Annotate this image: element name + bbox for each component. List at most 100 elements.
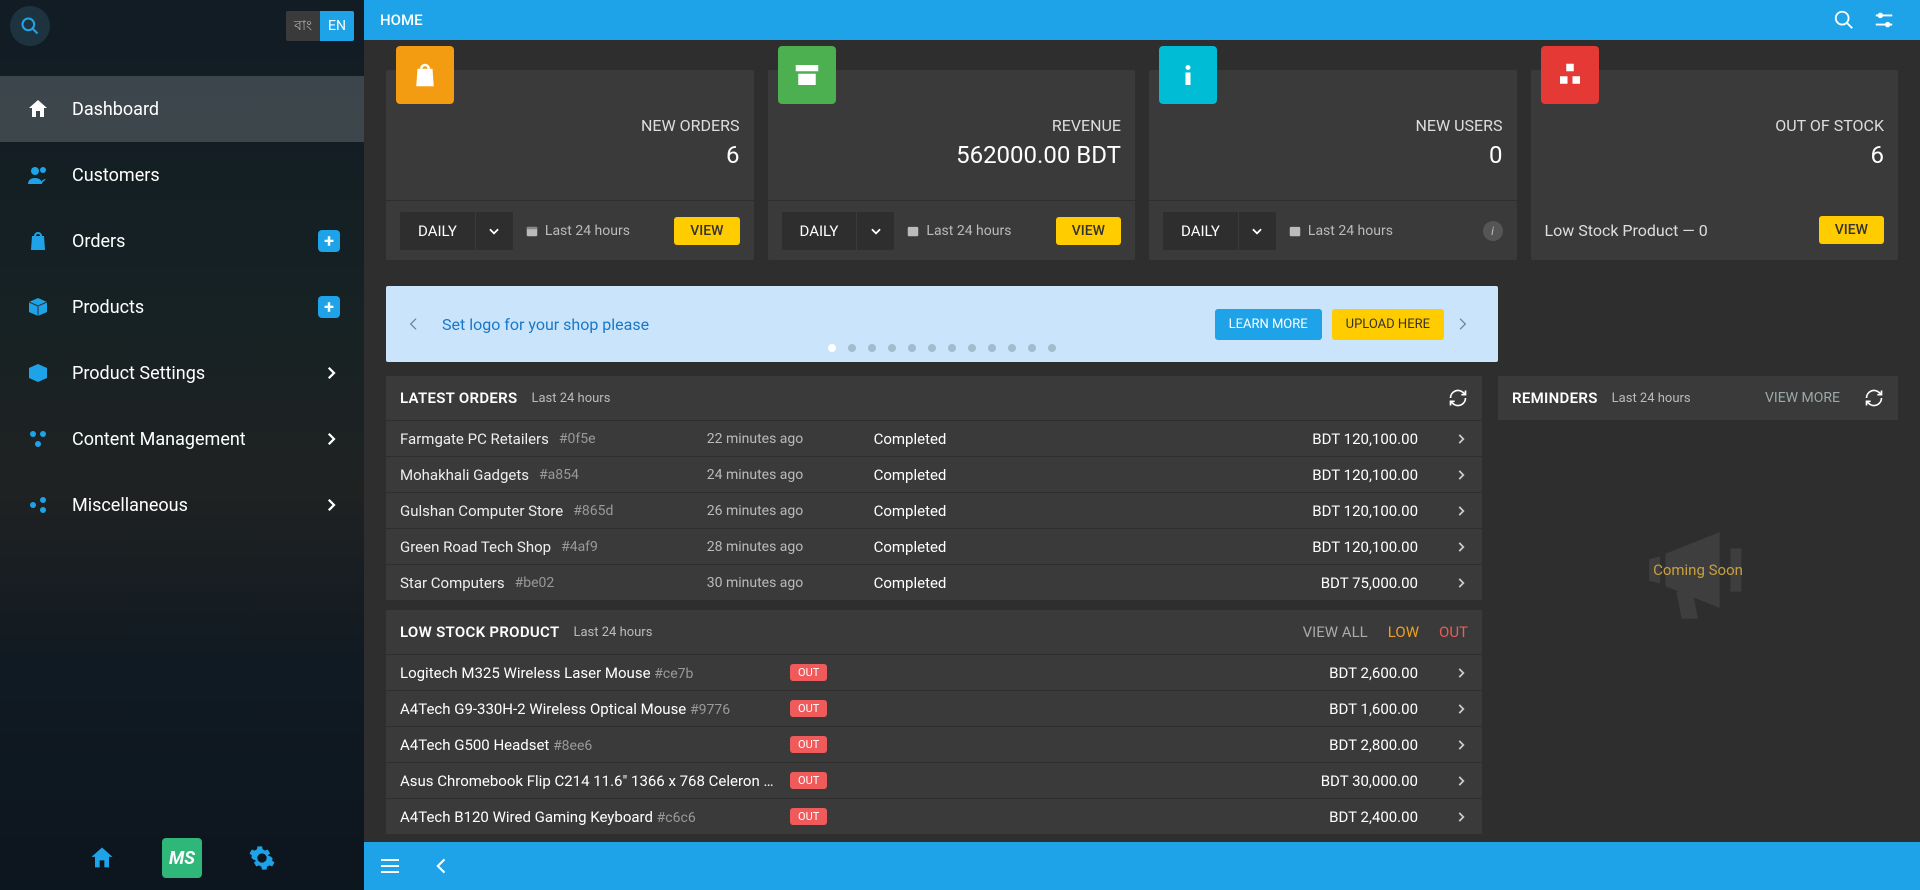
settings-sliders-icon[interactable] [1864, 0, 1904, 40]
sidebar: বাং EN Dashboard Customers Orders + Prod… [0, 0, 364, 890]
brand-logo[interactable]: MS [162, 838, 202, 878]
chevron-right-icon [1454, 504, 1468, 518]
product-name: A4Tech G9-330H-2 Wireless Optical Mouse … [400, 700, 780, 718]
stock-tag: OUT [790, 736, 827, 753]
bag-icon [24, 227, 52, 255]
low-stock-panel: LOW STOCK PRODUCT Last 24 hours VIEW ALL… [386, 610, 1482, 834]
lang-en[interactable]: EN [320, 11, 354, 41]
sidebar-item-products[interactable]: Products + [0, 274, 364, 340]
order-status: Completed [830, 538, 990, 556]
home-small-icon[interactable] [82, 838, 122, 878]
sidebar-item-product-settings[interactable]: Product Settings [0, 340, 364, 406]
order-name: Farmgate PC Retailers [400, 430, 549, 448]
chevron-right-icon [322, 364, 340, 382]
order-code: #be02 [515, 575, 555, 591]
panel-title: LATEST ORDERS [400, 389, 517, 407]
order-row[interactable]: Gulshan Computer Store#865d26 minutes ag… [386, 492, 1482, 528]
card-out-of-stock: OUT OF STOCK 6 Low Stock Product — 0 VIE… [1531, 70, 1899, 260]
product-price: BDT 1,600.00 [827, 700, 1454, 718]
order-row[interactable]: Green Road Tech Shop#4af928 minutes agoC… [386, 528, 1482, 564]
upload-here-button[interactable]: UPLOAD HERE [1332, 309, 1444, 340]
sidebar-item-label: Customers [72, 165, 160, 186]
sidebar-item-miscellaneous[interactable]: Miscellaneous [0, 472, 364, 538]
chevron-right-icon [1454, 738, 1468, 752]
order-code: #4af9 [561, 539, 598, 555]
calendar-icon [906, 224, 920, 238]
learn-more-button[interactable]: LEARN MORE [1215, 309, 1322, 340]
low-stock-row[interactable]: Asus Chromebook Flip C214 11.6" 1366 x 7… [386, 762, 1482, 798]
sidebar-item-label: Product Settings [72, 363, 205, 384]
range-dropdown[interactable]: DAILY [1163, 212, 1276, 250]
menu-icon[interactable] [378, 854, 402, 878]
gear-icon[interactable] [242, 838, 282, 878]
range-label: Last 24 hours [525, 223, 630, 239]
chevron-right-icon [1454, 540, 1468, 554]
refresh-icon[interactable] [1864, 388, 1884, 408]
gear-box-icon [24, 359, 52, 387]
card-value: 6 [1545, 141, 1885, 169]
back-icon[interactable] [432, 856, 452, 876]
order-code: #a854 [539, 467, 579, 483]
order-row[interactable]: Star Computers#be0230 minutes agoComplet… [386, 564, 1482, 600]
chevron-right-icon [1454, 702, 1468, 716]
reminders-panel: REMINDERS Last 24 hours VIEW MORE [1498, 376, 1898, 420]
order-status: Completed [830, 502, 990, 520]
low-stock-row[interactable]: A4Tech B120 Wired Gaming Keyboard #c6c6O… [386, 798, 1482, 834]
card-title: REVENUE [782, 116, 1122, 135]
order-name: Mohakhali Gadgets [400, 466, 529, 484]
search-icon[interactable] [1824, 0, 1864, 40]
refresh-icon[interactable] [1448, 388, 1468, 408]
product-price: BDT 2,800.00 [827, 736, 1454, 754]
sidebar-item-label: Products [72, 297, 144, 318]
chevron-right-icon [1454, 666, 1468, 680]
banner-prev-icon[interactable] [406, 316, 430, 332]
main-content: NEW ORDERS 6 DAILY Last 24 hours VIEW [364, 40, 1920, 842]
add-product-icon[interactable]: + [318, 296, 340, 318]
banner-dots[interactable] [828, 344, 1056, 352]
chevron-right-icon [322, 496, 340, 514]
order-amount: BDT 120,100.00 [990, 466, 1454, 484]
store-icon [778, 46, 836, 104]
sidebar-search-icon[interactable] [10, 6, 50, 46]
tab-low[interactable]: LOW [1388, 623, 1419, 641]
order-row[interactable]: Farmgate PC Retailers#0f5e22 minutes ago… [386, 420, 1482, 456]
range-label: Last 24 hours [1288, 223, 1393, 239]
lang-bn[interactable]: বাং [286, 11, 320, 41]
view-more-link[interactable]: VIEW MORE [1765, 390, 1840, 406]
banner-message: Set logo for your shop please [442, 315, 1205, 334]
sidebar-item-orders[interactable]: Orders + [0, 208, 364, 274]
card-value: 0 [1163, 141, 1503, 169]
topbar: HOME [364, 0, 1920, 40]
bottombar [364, 842, 1920, 890]
panel-title: REMINDERS [1512, 389, 1598, 407]
home-icon [24, 95, 52, 123]
sidebar-item-dashboard[interactable]: Dashboard [0, 76, 364, 142]
view-button[interactable]: VIEW [1819, 216, 1884, 244]
banner-next-icon[interactable] [1454, 316, 1478, 332]
order-amount: BDT 120,100.00 [990, 502, 1454, 520]
order-row[interactable]: Mohakhali Gadgets#a85424 minutes agoComp… [386, 456, 1482, 492]
reminders-placeholder: Coming Soon [1498, 420, 1898, 720]
low-stock-text: Low Stock Product — 0 [1545, 221, 1708, 240]
sidebar-item-label: Miscellaneous [72, 495, 188, 516]
add-order-icon[interactable]: + [318, 230, 340, 252]
card-new-users: NEW USERS 0 DAILY Last 24 hours i [1149, 70, 1517, 260]
low-stock-row[interactable]: A4Tech G9-330H-2 Wireless Optical Mouse … [386, 690, 1482, 726]
tab-view-all[interactable]: VIEW ALL [1303, 623, 1368, 641]
modules-icon [24, 425, 52, 453]
panel-subtitle: Last 24 hours [531, 391, 610, 406]
language-toggle[interactable]: বাং EN [286, 11, 354, 41]
tab-out[interactable]: OUT [1439, 623, 1468, 641]
range-dropdown[interactable]: DAILY [400, 212, 513, 250]
order-time: 30 minutes ago [680, 575, 830, 591]
sidebar-item-customers[interactable]: Customers [0, 142, 364, 208]
low-stock-row[interactable]: Logitech M325 Wireless Laser Mouse #ce7b… [386, 654, 1482, 690]
sidebar-item-content-management[interactable]: Content Management [0, 406, 364, 472]
view-button[interactable]: VIEW [674, 217, 739, 245]
range-dropdown[interactable]: DAILY [782, 212, 895, 250]
view-button[interactable]: VIEW [1056, 217, 1121, 245]
low-stock-row[interactable]: A4Tech G500 Headset #8ee6OUTBDT 2,800.00 [386, 726, 1482, 762]
product-code: #ce7b [654, 666, 693, 682]
info-small-icon[interactable]: i [1483, 221, 1503, 241]
sidebar-item-label: Content Management [72, 429, 246, 450]
